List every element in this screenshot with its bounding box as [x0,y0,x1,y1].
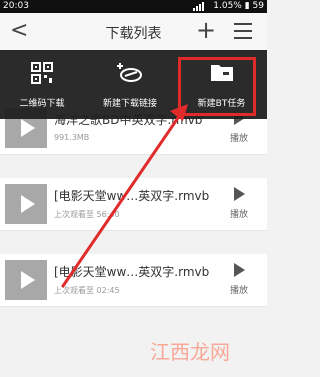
play-icon [21,271,35,289]
item-name: [电影天堂ww…英双字.rmvb [54,189,210,203]
status-time: 20:03 [3,1,29,11]
list-item[interactable]: [电影天堂ww…英双字.rmvb 上次观看至 02:45 播放 [0,254,267,307]
play-label: 播放 [229,286,248,296]
page-title: 下载列表 [105,26,162,42]
status-bar: 20:03 1.05% ▮ 59 [0,0,267,13]
item-name: [电影天堂ww…英双字.rmvb [54,265,210,279]
play-icon [233,187,245,201]
list-item[interactable]: [电影天堂ww…英双字.rmvb 上次观看至 56:40 播放 [0,178,267,231]
battery-text: 1.05% [213,1,242,11]
play-icon [21,195,35,213]
play-icon [233,263,245,277]
qr-code-icon [31,62,53,88]
play-button[interactable]: 播放 [225,262,253,296]
video-thumbnail [5,184,47,224]
play-icon [21,119,35,137]
play-button[interactable]: 播放 [225,186,253,220]
title-bar: < 下载列表 + [0,13,267,51]
new-link-label: 新建下载链接 [102,99,157,109]
play-label: 播放 [229,134,248,144]
item-subtitle: 991.3MB [54,133,90,142]
item-subtitle: 上次观看至 02:45 [54,286,120,295]
add-button[interactable]: + [196,16,216,44]
new-link-icon [116,62,144,88]
highlight-box [178,57,256,116]
menu-icon[interactable] [234,23,252,39]
watermark: 江西龙网 [150,340,230,364]
new-link-button[interactable]: 新建下载链接 [84,50,176,119]
qr-download-label: 二维码下载 [19,99,65,109]
qr-download-button[interactable]: 二维码下载 [0,50,84,119]
video-thumbnail [5,260,47,300]
battery-icon: ▮ [244,1,250,11]
item-subtitle: 上次观看至 56:40 [54,210,120,219]
play-label: 播放 [229,210,248,220]
clock-right: 59 [252,1,264,11]
